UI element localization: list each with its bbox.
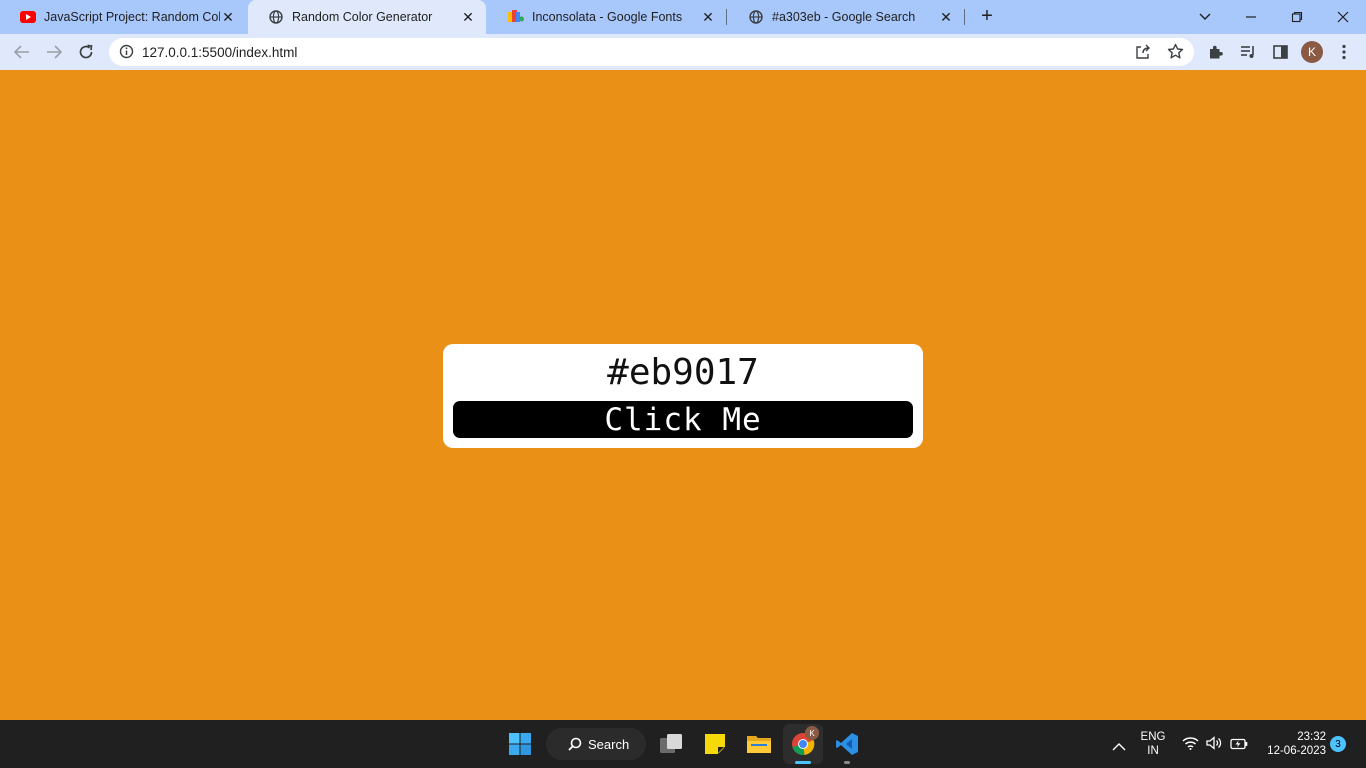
browser-toolbar: 127.0.0.1:5500/index.html K — [0, 34, 1366, 70]
language-line2: IN — [1147, 745, 1159, 757]
wifi-icon[interactable] — [1182, 736, 1199, 755]
url-text: 127.0.0.1:5500/index.html — [142, 44, 298, 60]
minimize-button[interactable] — [1228, 0, 1274, 34]
profile-avatar[interactable]: K — [1300, 40, 1324, 64]
color-card: #eb9017 Click Me — [443, 344, 923, 448]
info-icon[interactable] — [119, 44, 134, 64]
start-button[interactable] — [500, 724, 540, 764]
share-icon[interactable] — [1135, 44, 1151, 65]
tab-title: Inconsolata - Google Fonts — [532, 10, 683, 24]
search-label: Search — [588, 737, 630, 752]
tab-title: JavaScript Project: Random Color Generat… — [44, 10, 220, 24]
tab-strip: JavaScript Project: Random Color Generat… — [0, 0, 1366, 34]
language-line1: ENG — [1140, 731, 1166, 743]
chrome-app[interactable]: K — [783, 724, 823, 764]
page-content: #eb9017 Click Me — [0, 70, 1366, 720]
task-view-button[interactable] — [651, 724, 691, 764]
tab-random-color-generator[interactable]: Random Color Generator ✕ — [248, 0, 486, 34]
close-icon[interactable]: ✕ — [938, 9, 954, 25]
task-view-icon — [660, 734, 682, 753]
windows-icon — [509, 733, 531, 755]
close-icon[interactable]: ✕ — [700, 9, 716, 25]
tab-inconsolata[interactable]: Inconsolata - Google Fonts ✕ — [488, 0, 726, 34]
globe-icon — [748, 9, 764, 25]
tab-youtube[interactable]: JavaScript Project: Random Color Generat… — [0, 0, 246, 34]
tab-title: #a303eb - Google Search — [772, 10, 916, 24]
side-panel-icon[interactable] — [1268, 40, 1292, 64]
close-window-button[interactable] — [1320, 0, 1366, 34]
notification-badge[interactable]: 3 — [1330, 736, 1346, 752]
taskbar: Search K ENG IN 23:32 12-06-2023 — [0, 720, 1366, 768]
reload-button[interactable] — [74, 40, 98, 64]
vscode-icon — [836, 733, 858, 755]
open-app-indicator — [844, 761, 850, 764]
click-me-button[interactable]: Click Me — [453, 401, 913, 438]
tab-search-button[interactable] — [1182, 0, 1228, 34]
chrome-profile-badge: K — [805, 726, 819, 740]
sticky-notes-icon — [705, 734, 725, 754]
clock-time: 23:32 — [1297, 731, 1326, 743]
clock[interactable]: 23:32 12-06-2023 — [1256, 730, 1326, 758]
more-menu-icon[interactable] — [1332, 40, 1356, 64]
youtube-icon — [20, 9, 36, 25]
search-icon — [568, 737, 582, 754]
address-bar[interactable]: 127.0.0.1:5500/index.html — [109, 38, 1194, 66]
new-tab-button[interactable]: + — [976, 6, 998, 28]
tab-separator — [964, 9, 965, 25]
clock-date: 12-06-2023 — [1267, 745, 1326, 757]
vscode-app[interactable] — [827, 724, 867, 764]
forward-button[interactable] — [42, 40, 66, 64]
file-explorer-app[interactable] — [739, 724, 779, 764]
extensions-icon[interactable] — [1204, 40, 1228, 64]
tab-title: Random Color Generator — [292, 10, 433, 24]
globe-icon — [268, 9, 284, 25]
bookmark-star-icon[interactable] — [1167, 43, 1184, 65]
show-hidden-icons-button[interactable] — [1112, 738, 1126, 756]
tab-google-search[interactable]: #a303eb - Google Search ✕ — [728, 0, 964, 34]
folder-icon — [747, 736, 771, 753]
active-app-indicator — [795, 761, 811, 764]
google-fonts-icon — [508, 9, 524, 25]
volume-icon[interactable] — [1206, 736, 1222, 755]
close-icon[interactable]: ✕ — [220, 9, 236, 25]
taskbar-search[interactable]: Search — [546, 728, 646, 760]
battery-icon[interactable] — [1230, 737, 1248, 755]
tab-separator — [726, 9, 727, 25]
close-icon[interactable]: ✕ — [460, 9, 476, 25]
profile-initial: K — [1301, 41, 1323, 63]
media-control-icon[interactable] — [1236, 40, 1260, 64]
back-button[interactable] — [10, 40, 34, 64]
restore-button[interactable] — [1274, 0, 1320, 34]
color-code: #eb9017 — [607, 352, 759, 393]
language-indicator[interactable]: ENG IN — [1138, 730, 1168, 758]
sticky-notes-app[interactable] — [695, 724, 735, 764]
